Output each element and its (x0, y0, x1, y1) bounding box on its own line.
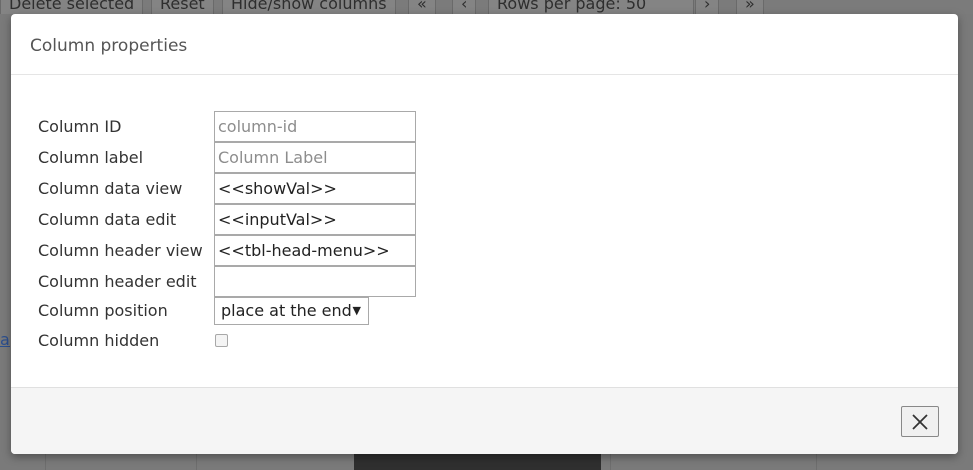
background-toolbar: Delete selected Reset Hide/show columns … (0, 0, 973, 14)
prev-page-button: ‹ (452, 0, 477, 14)
hide-show-columns-button: Hide/show columns (222, 0, 396, 14)
first-page-button: « (408, 0, 436, 14)
column-hidden-checkbox[interactable] (215, 334, 228, 347)
column-label-input[interactable] (214, 142, 416, 173)
column-id-input[interactable] (214, 111, 416, 142)
modal-footer (11, 387, 958, 454)
modal-header: Column properties (11, 14, 958, 75)
column-header-edit-input[interactable] (214, 266, 416, 297)
close-button[interactable] (901, 406, 939, 437)
column-label-label: Column label (38, 148, 144, 167)
background-divider (45, 454, 46, 470)
last-page-button: » (736, 0, 764, 14)
column-id-label: Column ID (38, 117, 122, 136)
next-page-button: › (695, 0, 720, 14)
column-properties-dialog: Column properties Column ID Column label… (11, 14, 958, 454)
modal-title: Column properties (30, 36, 188, 56)
column-data-view-label: Column data view (38, 179, 183, 198)
background-cell (354, 452, 601, 470)
column-data-edit-label: Column data edit (38, 210, 177, 229)
background-divider (610, 454, 611, 470)
rows-per-page-select: Rows per page: 50 (488, 0, 694, 14)
background-divider (196, 454, 197, 470)
reset-button: Reset (151, 0, 214, 14)
column-data-edit-input[interactable] (214, 204, 416, 235)
column-header-view-label: Column header view (38, 241, 203, 260)
column-hidden-label: Column hidden (38, 331, 160, 350)
close-icon (912, 413, 928, 430)
column-position-value: place at the end (221, 301, 352, 320)
modal-body: Column ID Column label Column data view … (11, 75, 958, 387)
column-header-edit-label: Column header edit (38, 272, 197, 291)
column-position-label: Column position (38, 301, 168, 320)
dropdown-arrow-icon: ▼ (352, 304, 361, 317)
column-position-select[interactable]: place at the end ▼ (214, 297, 369, 325)
column-data-view-input[interactable] (214, 173, 416, 204)
background-divider (816, 454, 817, 470)
column-header-view-input[interactable] (214, 235, 416, 266)
delete-selected-button: Delete selected (0, 0, 144, 14)
background-link: ar (0, 330, 10, 349)
